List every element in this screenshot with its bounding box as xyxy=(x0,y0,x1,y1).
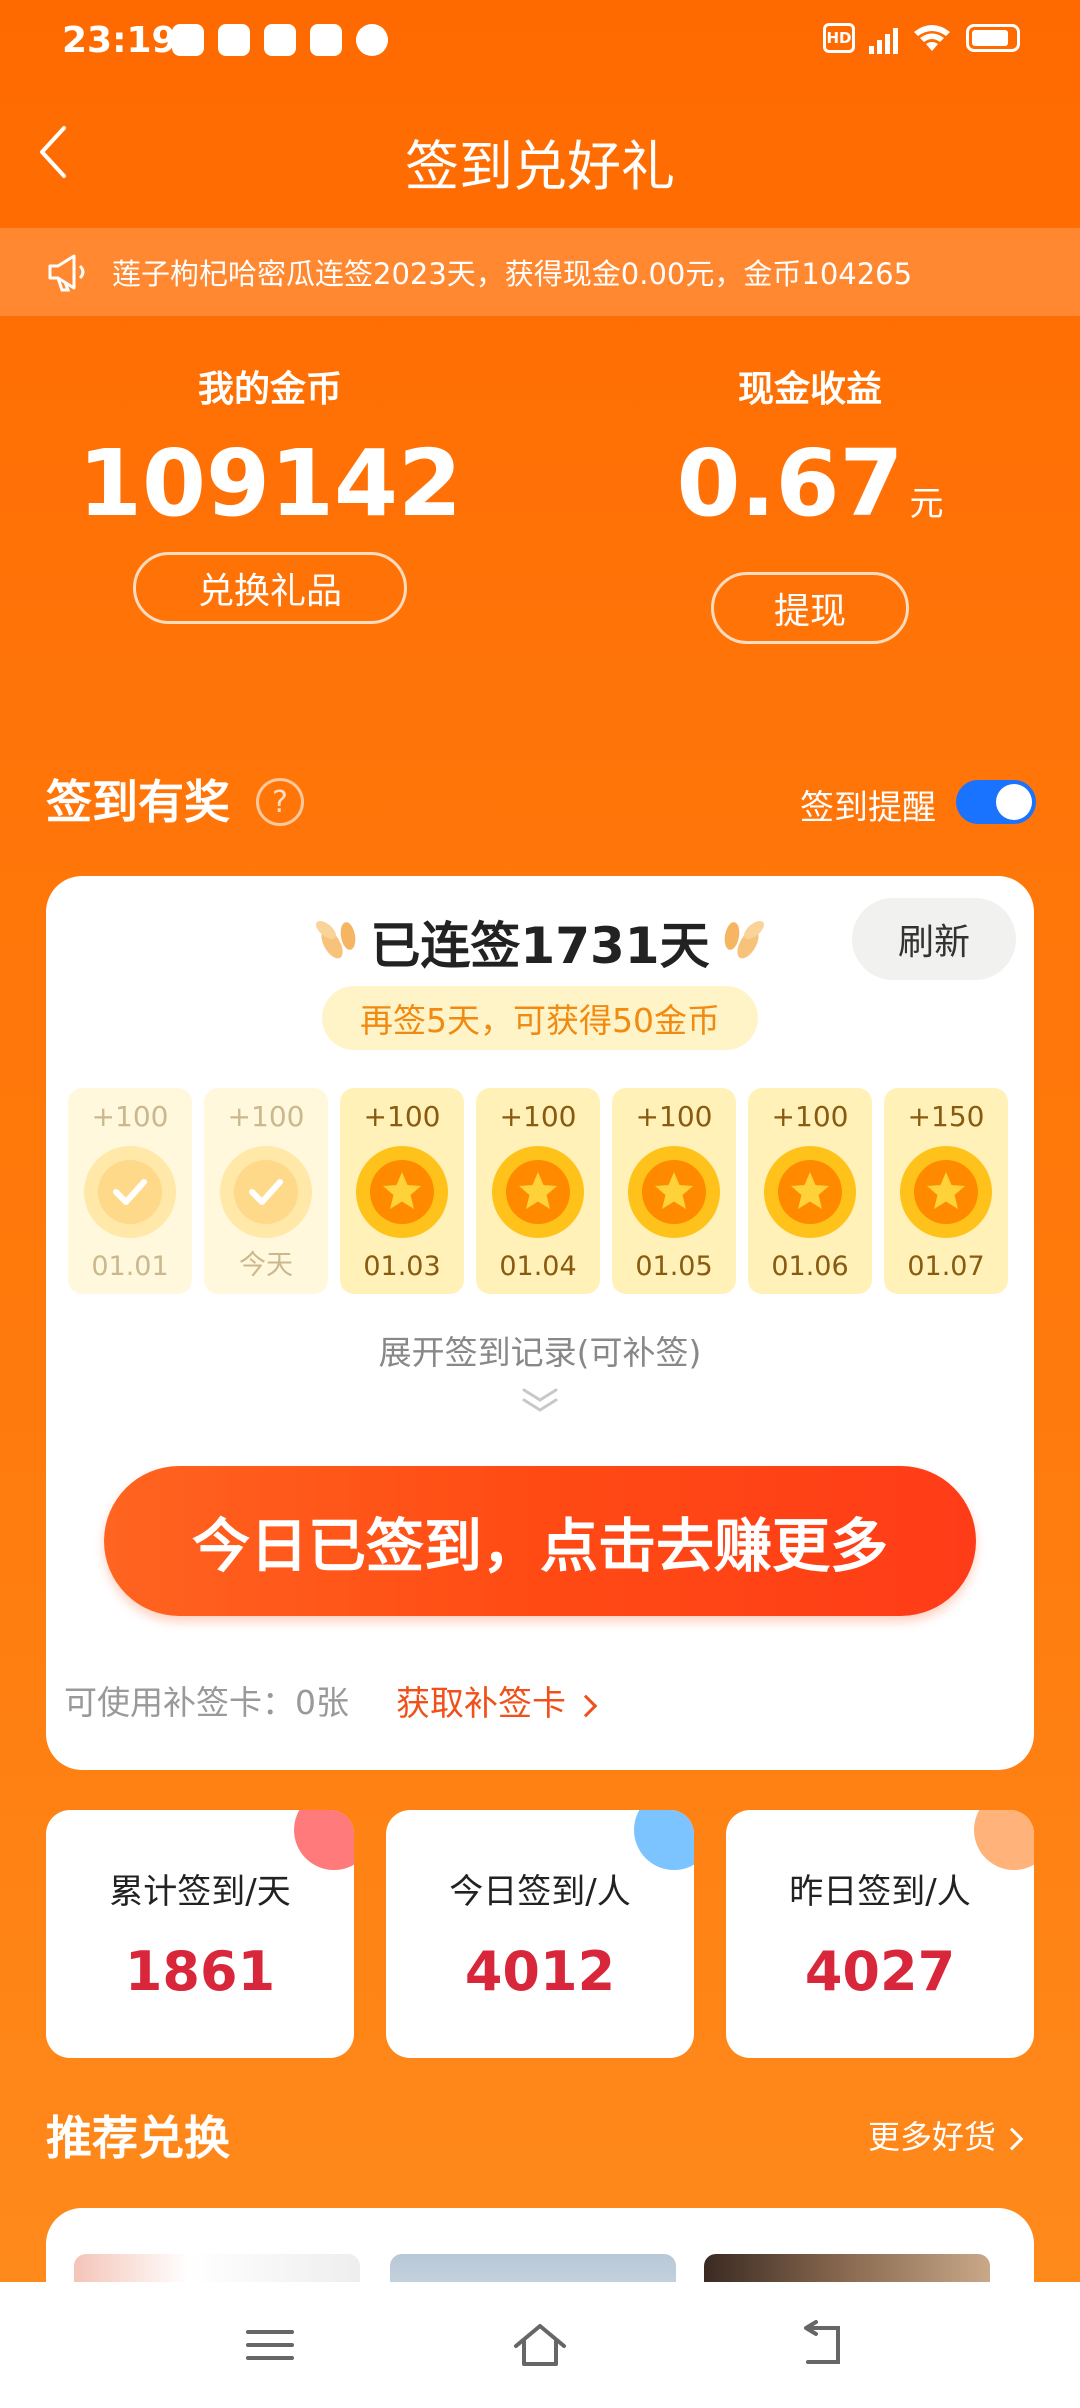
get-makeup-card-link[interactable]: 获取补签卡 xyxy=(396,1676,598,1725)
checked-coin-icon xyxy=(220,1146,312,1238)
day-reward: +100 xyxy=(91,1100,169,1133)
laurel-right-icon xyxy=(724,921,764,959)
sign-day: +150 01.07 xyxy=(884,1088,1008,1294)
day-reward: +100 xyxy=(499,1100,577,1133)
checked-coin-icon xyxy=(84,1146,176,1238)
expand-records-link[interactable]: 展开签到记录(可补签) xyxy=(46,1326,1034,1374)
back-icon[interactable] xyxy=(794,2320,854,2370)
notice-bar: 莲子枸杞哈密瓜连签2023天，获得现金0.00元，金币104265 xyxy=(0,228,1080,316)
day-reward: +150 xyxy=(907,1100,985,1133)
sign-day: +100 01.01 xyxy=(68,1088,192,1294)
day-date: 01.06 xyxy=(771,1251,849,1282)
recommend-title: 推荐兑换 xyxy=(46,2111,230,2165)
status-time: 23:19 xyxy=(62,20,177,61)
cash-earnings-panel: 现金收益 0.67 元 提现 xyxy=(590,360,1030,644)
streak-tip: 再签5天，可获得50金币 xyxy=(322,986,758,1050)
page-title: 签到兑好礼 xyxy=(405,135,675,198)
home-icon[interactable] xyxy=(510,2320,570,2370)
coins-label: 我的金币 xyxy=(197,369,342,410)
sign-day: +100 今天 xyxy=(204,1088,328,1294)
app-notification-icon xyxy=(172,24,204,56)
menu-icon[interactable] xyxy=(240,2320,300,2370)
day-date: 01.07 xyxy=(907,1251,985,1282)
signal-icon xyxy=(869,22,898,54)
notice-text: 莲子枸杞哈密瓜连签2023天，获得现金0.00元，金币104265 xyxy=(112,257,913,291)
stat-value: 1861 xyxy=(124,1940,276,2003)
day-date: 今天 xyxy=(239,1250,293,1281)
cash-label: 现金收益 xyxy=(737,369,882,410)
day-reward: +100 xyxy=(227,1100,305,1133)
notification-icons xyxy=(172,24,388,56)
stat-label: 今日签到/人 xyxy=(449,1872,631,1912)
earn-more-button[interactable]: 今日已签到，点击去赚更多 xyxy=(104,1466,976,1616)
withdraw-button[interactable]: 提现 xyxy=(711,572,909,644)
nav-bar: 签到兑好礼 xyxy=(0,84,1080,224)
sign-in-card: 已连签1731天 刷新 再签5天，可获得50金币 +100 01.01 +100… xyxy=(46,876,1034,1770)
day-date: 01.01 xyxy=(91,1251,169,1282)
refresh-button[interactable]: 刷新 xyxy=(852,898,1016,980)
leaf-notification-icon xyxy=(356,24,388,56)
star-coin-icon xyxy=(764,1146,856,1238)
wifi-icon xyxy=(914,25,950,51)
sign-day: +100 01.06 xyxy=(748,1088,872,1294)
status-bar: 23:19 HD xyxy=(0,0,1080,84)
star-coin-icon xyxy=(356,1146,448,1238)
corner-decoration xyxy=(294,1810,354,1870)
today-sign-count-card: 今日签到/人 4012 xyxy=(386,1810,694,2058)
alipay-notification-icon xyxy=(218,24,250,56)
day-date: 01.04 xyxy=(499,1251,577,1282)
more-goods-label: 更多好货 xyxy=(868,2118,997,2156)
cash-unit: 元 xyxy=(909,484,944,524)
megaphone-icon xyxy=(48,254,85,292)
coins-value: 109142 xyxy=(77,430,463,537)
hd-icon: HD xyxy=(823,23,855,53)
day-date: 01.05 xyxy=(635,1251,713,1282)
corner-decoration xyxy=(634,1810,694,1870)
chevron-right-icon xyxy=(574,1694,598,1717)
battery-icon xyxy=(966,24,1020,52)
day-reward: +100 xyxy=(363,1100,441,1133)
star-coin-icon xyxy=(628,1146,720,1238)
double-chevron-down-icon[interactable] xyxy=(518,1386,562,1414)
star-coin-icon xyxy=(492,1146,584,1238)
day-date: 01.03 xyxy=(363,1251,441,1282)
star-coin-icon xyxy=(900,1146,992,1238)
sign-rewards-title: 签到有奖 xyxy=(46,775,230,829)
stat-value: 4012 xyxy=(464,1940,616,2003)
makeup-cards-count: 可使用补签卡：0张 xyxy=(64,1683,349,1722)
system-icons: HD xyxy=(823,22,1020,54)
corner-decoration xyxy=(974,1810,1034,1870)
chevron-right-icon xyxy=(1000,2127,1024,2151)
sign-day: +100 01.05 xyxy=(612,1088,736,1294)
sign-reminder-label: 签到提醒 xyxy=(800,788,936,828)
yesterday-sign-count-card: 昨日签到/人 4027 xyxy=(726,1810,1034,2058)
redeem-gifts-button[interactable]: 兑换礼品 xyxy=(133,552,407,624)
stat-label: 累计签到/天 xyxy=(109,1872,291,1912)
help-icon[interactable]: ? xyxy=(256,778,304,826)
stat-label: 昨日签到/人 xyxy=(789,1872,971,1912)
sign-days-row: +100 01.01 +100 今天 +100 01.03 +100 01.04… xyxy=(68,1088,1012,1294)
day-reward: +100 xyxy=(771,1100,849,1133)
stat-value: 4027 xyxy=(804,1940,956,2003)
sign-day: +100 01.04 xyxy=(476,1088,600,1294)
app2-notification-icon xyxy=(310,24,342,56)
cash-value-row: 0.67 元 xyxy=(590,434,1030,554)
day-reward: +100 xyxy=(635,1100,713,1133)
my-coins-panel: 我的金币 109142 兑换礼品 xyxy=(50,360,490,624)
cash-value: 0.67 xyxy=(676,430,904,537)
sign-reminder-toggle[interactable] xyxy=(956,780,1036,824)
system-nav-bar xyxy=(0,2282,1080,2408)
mail-notification-icon xyxy=(264,24,296,56)
get-makeup-card-label: 获取补签卡 xyxy=(396,1684,566,1724)
total-sign-days-card: 累计签到/天 1861 xyxy=(46,1810,354,2058)
sign-day: +100 01.03 xyxy=(340,1088,464,1294)
more-goods-link[interactable]: 更多好货 xyxy=(868,2112,1024,2158)
